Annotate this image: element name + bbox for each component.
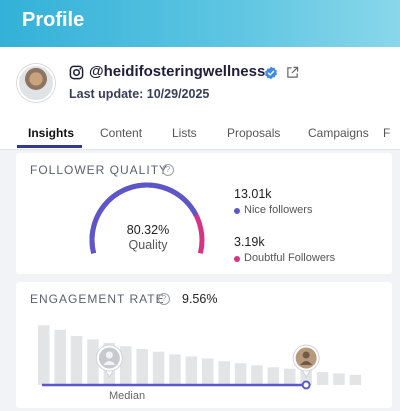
app-header: Profile xyxy=(0,0,400,47)
active-tab-indicator xyxy=(17,145,82,148)
nice-followers-dot xyxy=(234,208,240,214)
median-user-icon xyxy=(95,344,123,378)
histogram-bar xyxy=(316,372,329,385)
histogram-bar xyxy=(234,363,247,385)
follower-quality-card: FOLLOWER QUALITY ? 80.32% Quality 13.01k… xyxy=(16,153,392,274)
doubtful-followers-dot xyxy=(234,256,240,262)
tab-content[interactable]: Content xyxy=(100,126,142,140)
histogram-bar xyxy=(284,368,296,385)
histogram-bar xyxy=(120,346,132,385)
profile-position-marker xyxy=(301,380,311,390)
engagement-rate-value: 9.56% xyxy=(182,292,218,306)
profile-handle[interactable]: @heidifosteringwellness xyxy=(89,63,265,80)
profile-summary: @heidifosteringwellness Last update: 10/… xyxy=(0,47,400,117)
tab-campaigns[interactable]: Campaigns xyxy=(308,126,369,140)
doubtful-followers-label: Doubtful Followers xyxy=(244,252,336,264)
histogram-bar xyxy=(267,367,280,385)
engagement-rate-title: ENGAGEMENT RATE xyxy=(30,292,165,306)
histogram-bar xyxy=(169,354,181,385)
instagram-icon xyxy=(69,65,84,80)
histogram-bar xyxy=(333,373,345,385)
histogram-bar xyxy=(218,361,230,385)
help-icon[interactable]: ? xyxy=(162,164,174,176)
doubtful-followers-count: 3.19k xyxy=(234,235,265,249)
quality-label: Quality xyxy=(128,238,168,252)
help-icon[interactable]: ? xyxy=(158,293,170,305)
page-title: Profile xyxy=(22,9,85,31)
quality-percent: 80.32% xyxy=(126,223,170,237)
nice-followers-count: 13.01k xyxy=(234,187,272,201)
tab-insights[interactable]: Insights xyxy=(28,126,74,140)
histogram-bar xyxy=(152,351,165,385)
profile-avatar-pin xyxy=(292,344,320,378)
avatar xyxy=(17,64,55,102)
external-link-icon[interactable] xyxy=(286,66,299,79)
tab-bar: Insights Content Lists Proposals Campaig… xyxy=(0,117,400,150)
histogram-bar xyxy=(38,325,50,385)
tab-more[interactable]: F xyxy=(383,126,390,140)
tab-lists[interactable]: Lists xyxy=(172,126,197,140)
histogram-bar xyxy=(349,374,362,385)
histogram-bar xyxy=(185,356,198,385)
histogram-bar xyxy=(251,365,263,385)
histogram-bar xyxy=(54,329,66,385)
engagement-rate-card: ENGAGEMENT RATE ? 9.56% Median xyxy=(16,282,392,408)
histogram-bar xyxy=(136,349,148,385)
median-label: Median xyxy=(109,390,146,402)
verified-icon xyxy=(265,66,277,80)
histogram-bar xyxy=(70,336,83,385)
nice-followers-label: Nice followers xyxy=(244,204,313,216)
tab-proposals[interactable]: Proposals xyxy=(227,126,280,140)
last-update: Last update: 10/29/2025 xyxy=(69,87,210,101)
histogram-bar xyxy=(202,358,214,385)
follower-quality-title: FOLLOWER QUALITY xyxy=(30,163,169,177)
